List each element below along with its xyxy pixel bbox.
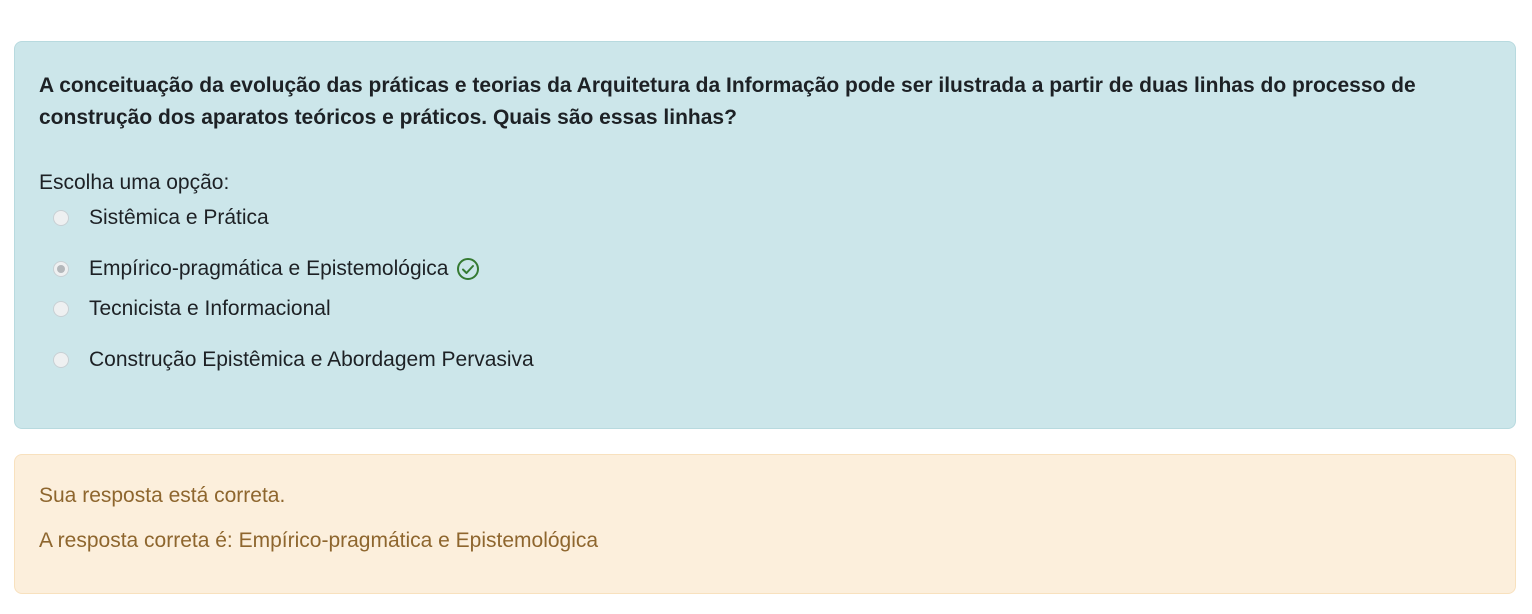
option-label: Empírico-pragmática e Epistemológica xyxy=(89,257,449,280)
option-sistemica-pratica[interactable]: Sistêmica e Prática xyxy=(39,202,1491,234)
radio-button[interactable] xyxy=(53,352,69,368)
radio-button[interactable] xyxy=(53,210,69,226)
feedback-status: Sua resposta está correta. xyxy=(39,484,286,507)
question-panel: A conceituação da evolução das práticas … xyxy=(14,41,1516,429)
answer-options: Sistêmica e Prática Empírico-pragmática … xyxy=(39,202,1491,376)
radio-button-selected[interactable] xyxy=(53,261,69,277)
feedback-correct-answer: A resposta correta é: Empírico-pragmátic… xyxy=(39,529,599,552)
option-construcao-epistemica[interactable]: Construção Epistêmica e Abordagem Pervas… xyxy=(39,344,1491,376)
radio-button[interactable] xyxy=(53,301,69,317)
question-text: A conceituação da evolução das práticas … xyxy=(39,74,1416,129)
option-label: Construção Epistêmica e Abordagem Pervas… xyxy=(89,348,534,371)
feedback-panel: Sua resposta está correta. A resposta co… xyxy=(14,454,1516,594)
check-circle-icon xyxy=(457,258,480,280)
option-empirico-pragmatica[interactable]: Empírico-pragmática e Epistemológica xyxy=(39,253,1491,285)
option-label: Tecnicista e Informacional xyxy=(89,297,331,320)
choose-option-prompt: Escolha uma opção: xyxy=(39,171,230,194)
option-label: Sistêmica e Prática xyxy=(89,206,269,229)
option-tecnicista-informacional[interactable]: Tecnicista e Informacional xyxy=(39,293,1491,325)
